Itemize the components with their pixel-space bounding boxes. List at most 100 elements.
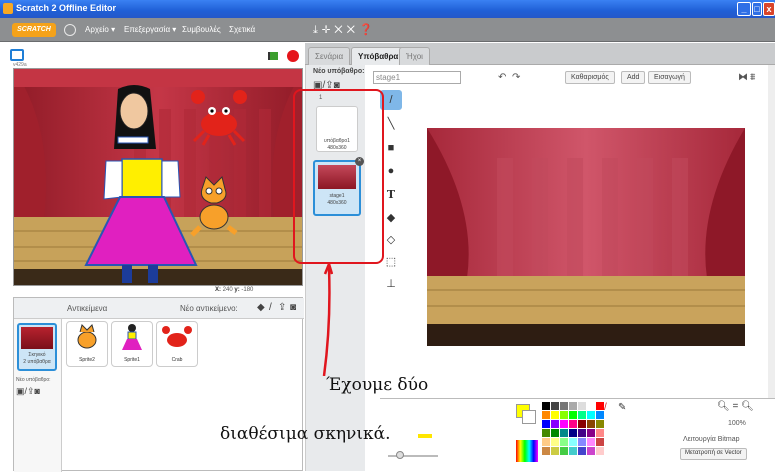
color-swatch[interactable] bbox=[596, 402, 604, 410]
clear-button[interactable]: Καθαρισμός bbox=[565, 71, 615, 84]
color-swatch[interactable] bbox=[542, 402, 550, 410]
color-swatch[interactable] bbox=[560, 447, 568, 455]
stage-thumbnail[interactable]: Σκηνικό 2 υπόβαθρα bbox=[17, 323, 57, 371]
paint-sprite-icon[interactable]: / bbox=[269, 302, 272, 313]
color-swatch[interactable] bbox=[587, 411, 595, 419]
color-swatch[interactable] bbox=[560, 420, 568, 428]
maximize-button[interactable]: □ bbox=[752, 2, 762, 16]
color-swatch[interactable] bbox=[551, 420, 559, 428]
tab-scripts[interactable]: Σενάρια bbox=[308, 47, 351, 65]
color-swatch[interactable] bbox=[569, 402, 577, 410]
sprite-thumb-sprite2[interactable]: Sprite2 bbox=[66, 321, 108, 367]
girl-thumb-icon bbox=[122, 324, 142, 350]
stamp-tool-icon[interactable]: ⊥ bbox=[380, 274, 402, 294]
flip-horizontal-icon[interactable]: ⧓ bbox=[738, 72, 748, 83]
color-swatch[interactable] bbox=[587, 447, 595, 455]
color-swatch[interactable] bbox=[578, 402, 586, 410]
color-swatch[interactable] bbox=[569, 438, 577, 446]
sprites-pane: Αντικείμενα Νέο αντικείμενο: ◆ / ⇪ ◙ Σκη… bbox=[13, 297, 304, 472]
color-swatch[interactable] bbox=[587, 438, 595, 446]
color-swatch[interactable] bbox=[587, 429, 595, 437]
slider-knob[interactable] bbox=[396, 451, 404, 459]
color-swatch[interactable] bbox=[542, 429, 550, 437]
color-swatch[interactable] bbox=[596, 438, 604, 446]
color-swatch[interactable] bbox=[569, 447, 577, 455]
tab-backdrops[interactable]: Υπόβαθρα bbox=[351, 47, 406, 65]
color-swatch[interactable] bbox=[542, 447, 550, 455]
stage-thumb-label: Σκηνικό bbox=[28, 352, 46, 358]
backdrop-name-input[interactable] bbox=[373, 71, 461, 84]
backdrop-image bbox=[427, 128, 745, 346]
tab-sounds[interactable]: Ήχοι bbox=[399, 47, 430, 65]
color-swatch[interactable] bbox=[596, 447, 604, 455]
eyedropper-icon[interactable]: ✎ bbox=[618, 402, 626, 413]
new-backdrop-title: Νέο υπόβαθρο: bbox=[313, 68, 365, 75]
color-swatch[interactable] bbox=[569, 411, 577, 419]
color-swatch[interactable] bbox=[578, 411, 586, 419]
redo-icon[interactable]: ↷ bbox=[512, 72, 520, 83]
undo-icon[interactable]: ↶ bbox=[498, 72, 506, 83]
color-swatch[interactable] bbox=[551, 429, 559, 437]
bitmap-mode-label: Λειτουργία Bitmap bbox=[683, 436, 740, 443]
color-swatch[interactable] bbox=[560, 411, 568, 419]
color-swatch[interactable] bbox=[578, 438, 586, 446]
color-swatch[interactable] bbox=[578, 429, 586, 437]
import-button[interactable]: Εισαγωγή bbox=[648, 71, 691, 84]
color-swatch[interactable] bbox=[587, 420, 595, 428]
close-button[interactable]: x bbox=[763, 2, 775, 16]
paint-canvas[interactable] bbox=[427, 128, 745, 346]
camera-sprite-icon[interactable]: ◙ bbox=[290, 302, 296, 313]
color-swatch[interactable] bbox=[569, 420, 577, 428]
color-swatch[interactable] bbox=[578, 447, 586, 455]
color-swatch[interactable] bbox=[596, 411, 604, 419]
color-swatch[interactable] bbox=[542, 420, 550, 428]
color-swatch[interactable] bbox=[569, 429, 577, 437]
fullscreen-icon[interactable] bbox=[10, 49, 24, 61]
stop-icon[interactable] bbox=[287, 50, 299, 62]
sprite-thumb-sprite1[interactable]: Sprite1 bbox=[111, 321, 153, 367]
color-swatch[interactable] bbox=[542, 411, 550, 419]
flip-vertical-icon[interactable]: ⩩ bbox=[750, 72, 755, 83]
color-swatch[interactable] bbox=[551, 438, 559, 446]
zoom-controls-icons[interactable]: 🔍︎ = 🔍︎ bbox=[717, 401, 754, 412]
color-swatch[interactable] bbox=[551, 411, 559, 419]
annotation-arrow bbox=[322, 264, 333, 376]
brush-size-slider[interactable] bbox=[388, 451, 438, 459]
no-color-icon[interactable]: / bbox=[604, 402, 607, 413]
sprite-thumb-crab[interactable]: Crab bbox=[156, 321, 198, 367]
new-backdrop-label: Νέο υπόβαθρο: bbox=[16, 377, 51, 383]
coord-x: 240 bbox=[222, 287, 233, 293]
color-swatch[interactable] bbox=[578, 420, 586, 428]
color-spectrum[interactable] bbox=[516, 440, 538, 462]
scratch-app-icon bbox=[3, 3, 13, 14]
green-flag-icon[interactable] bbox=[268, 52, 278, 60]
menu-bar: SCRATCH Αρχείο ▾ Επεξεργασία ▾ Συμβουλές… bbox=[0, 18, 775, 42]
color-swatch[interactable] bbox=[551, 447, 559, 455]
minimize-button[interactable]: _ bbox=[737, 2, 751, 16]
cursor-tools-icons[interactable]: ⤓✛✕✕❓ bbox=[313, 23, 377, 37]
color-swatch[interactable] bbox=[560, 438, 568, 446]
menu-about[interactable]: Σχετικά bbox=[229, 25, 255, 34]
menu-tips[interactable]: Συμβουλές bbox=[182, 25, 221, 34]
menu-edit[interactable]: Επεξεργασία ▾ bbox=[124, 25, 176, 34]
color-swatch[interactable] bbox=[542, 438, 550, 446]
new-backdrop-icons[interactable]: ▣/⇪◙ bbox=[16, 386, 40, 397]
convert-to-vector-button[interactable]: Μετατροπή σε Vector bbox=[680, 448, 747, 460]
color-swatches[interactable] bbox=[542, 402, 612, 462]
scratch-logo[interactable]: SCRATCH bbox=[12, 23, 56, 37]
background-color-swatch[interactable] bbox=[522, 410, 536, 424]
color-swatch[interactable] bbox=[596, 420, 604, 428]
add-button[interactable]: Add bbox=[621, 71, 646, 84]
color-swatch[interactable] bbox=[560, 402, 568, 410]
choose-sprite-icon[interactable]: ◆ bbox=[257, 302, 265, 313]
zoom-level: 100% bbox=[728, 420, 746, 427]
new-sprite-label: Νέο αντικείμενο: bbox=[180, 304, 238, 313]
color-swatch[interactable] bbox=[596, 429, 604, 437]
language-globe-icon[interactable] bbox=[64, 24, 76, 36]
stage-canvas[interactable] bbox=[13, 68, 303, 286]
color-swatch[interactable] bbox=[551, 402, 559, 410]
color-swatch[interactable] bbox=[560, 429, 568, 437]
upload-sprite-icon[interactable]: ⇪ bbox=[278, 302, 286, 313]
color-swatch[interactable] bbox=[587, 402, 595, 410]
menu-file[interactable]: Αρχείο ▾ bbox=[85, 25, 115, 34]
